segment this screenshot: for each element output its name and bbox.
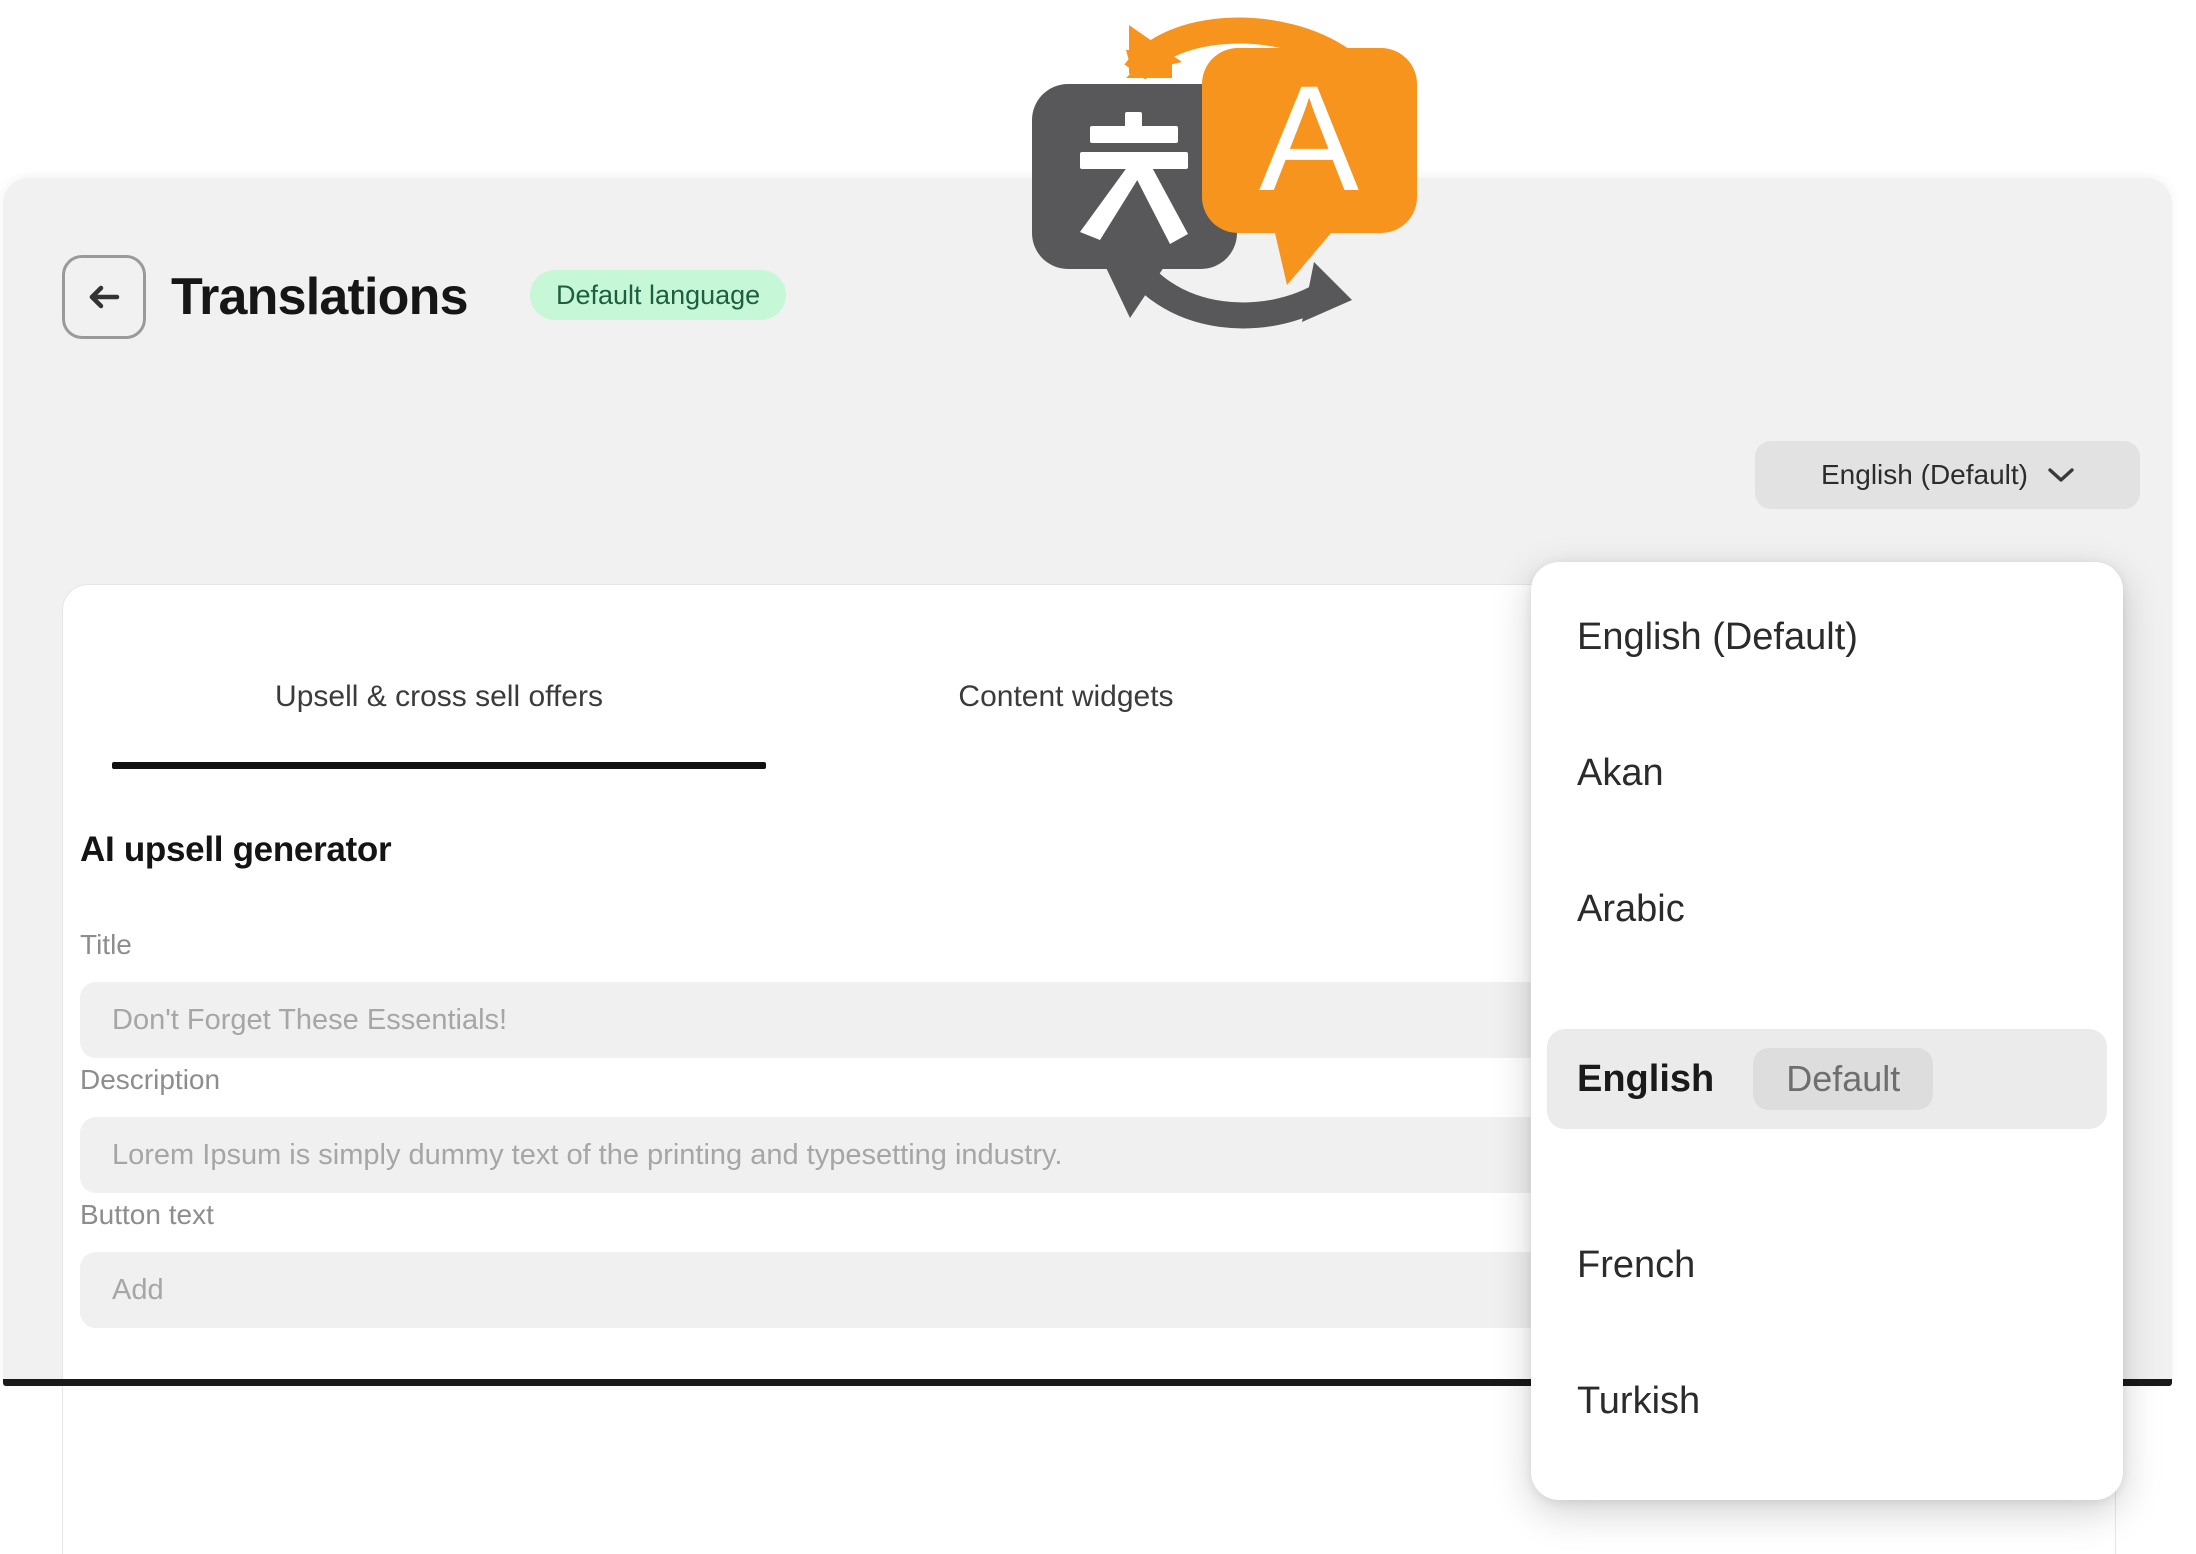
tab-bar: Upsell & cross sell offers Content widge…	[112, 680, 1512, 764]
dropdown-item-label: English (Default)	[1577, 615, 1858, 658]
translate-icon: A	[1022, 0, 1442, 340]
dropdown-item-english[interactable]: English Default	[1547, 1029, 2107, 1129]
page-title: Translations	[171, 268, 469, 326]
field-description-placeholder: Lorem Ipsum is simply dummy text of the …	[112, 1138, 1063, 1171]
language-dropdown-menu[interactable]: English (Default) Akan Arabic English De…	[1531, 562, 2123, 1500]
tab-upsell-cross-sell-offers[interactable]: Upsell & cross sell offers	[112, 680, 766, 714]
dropdown-item-label: Arabic	[1577, 887, 1685, 930]
dropdown-item-turkish[interactable]: Turkish	[1547, 1351, 2107, 1451]
dropdown-item-label: French	[1577, 1243, 1696, 1286]
dropdown-item-french[interactable]: French	[1547, 1215, 2107, 1315]
dropdown-item-label: Turkish	[1577, 1379, 1701, 1422]
dropdown-item-akan[interactable]: Akan	[1547, 723, 2107, 823]
chevron-down-icon	[2048, 467, 2074, 483]
dropdown-item-arabic[interactable]: Arabic	[1547, 859, 2107, 959]
status-badge: Default language	[530, 270, 787, 320]
app-window: Translations English (Default) Upsell & …	[3, 178, 2172, 1554]
dropdown-item-label: English	[1577, 1057, 1715, 1100]
language-selector-button[interactable]: English (Default)	[1755, 441, 2140, 509]
section-heading: AI upsell generator	[80, 830, 392, 869]
dropdown-item-default-badge: Default	[1753, 1048, 1934, 1110]
field-button-text-placeholder: Add	[112, 1273, 164, 1306]
active-tab-indicator	[112, 762, 766, 769]
tab-content-widgets[interactable]: Content widgets	[766, 680, 1366, 714]
svg-text:A: A	[1259, 54, 1359, 222]
field-title-placeholder: Don't Forget These Essentials!	[112, 1003, 508, 1036]
dropdown-item-english-default[interactable]: English (Default)	[1547, 587, 2107, 687]
back-button[interactable]	[62, 255, 146, 339]
dropdown-item-label: Akan	[1577, 751, 1664, 794]
arrow-left-icon	[82, 275, 126, 319]
language-selector-label: English (Default)	[1821, 459, 2028, 490]
